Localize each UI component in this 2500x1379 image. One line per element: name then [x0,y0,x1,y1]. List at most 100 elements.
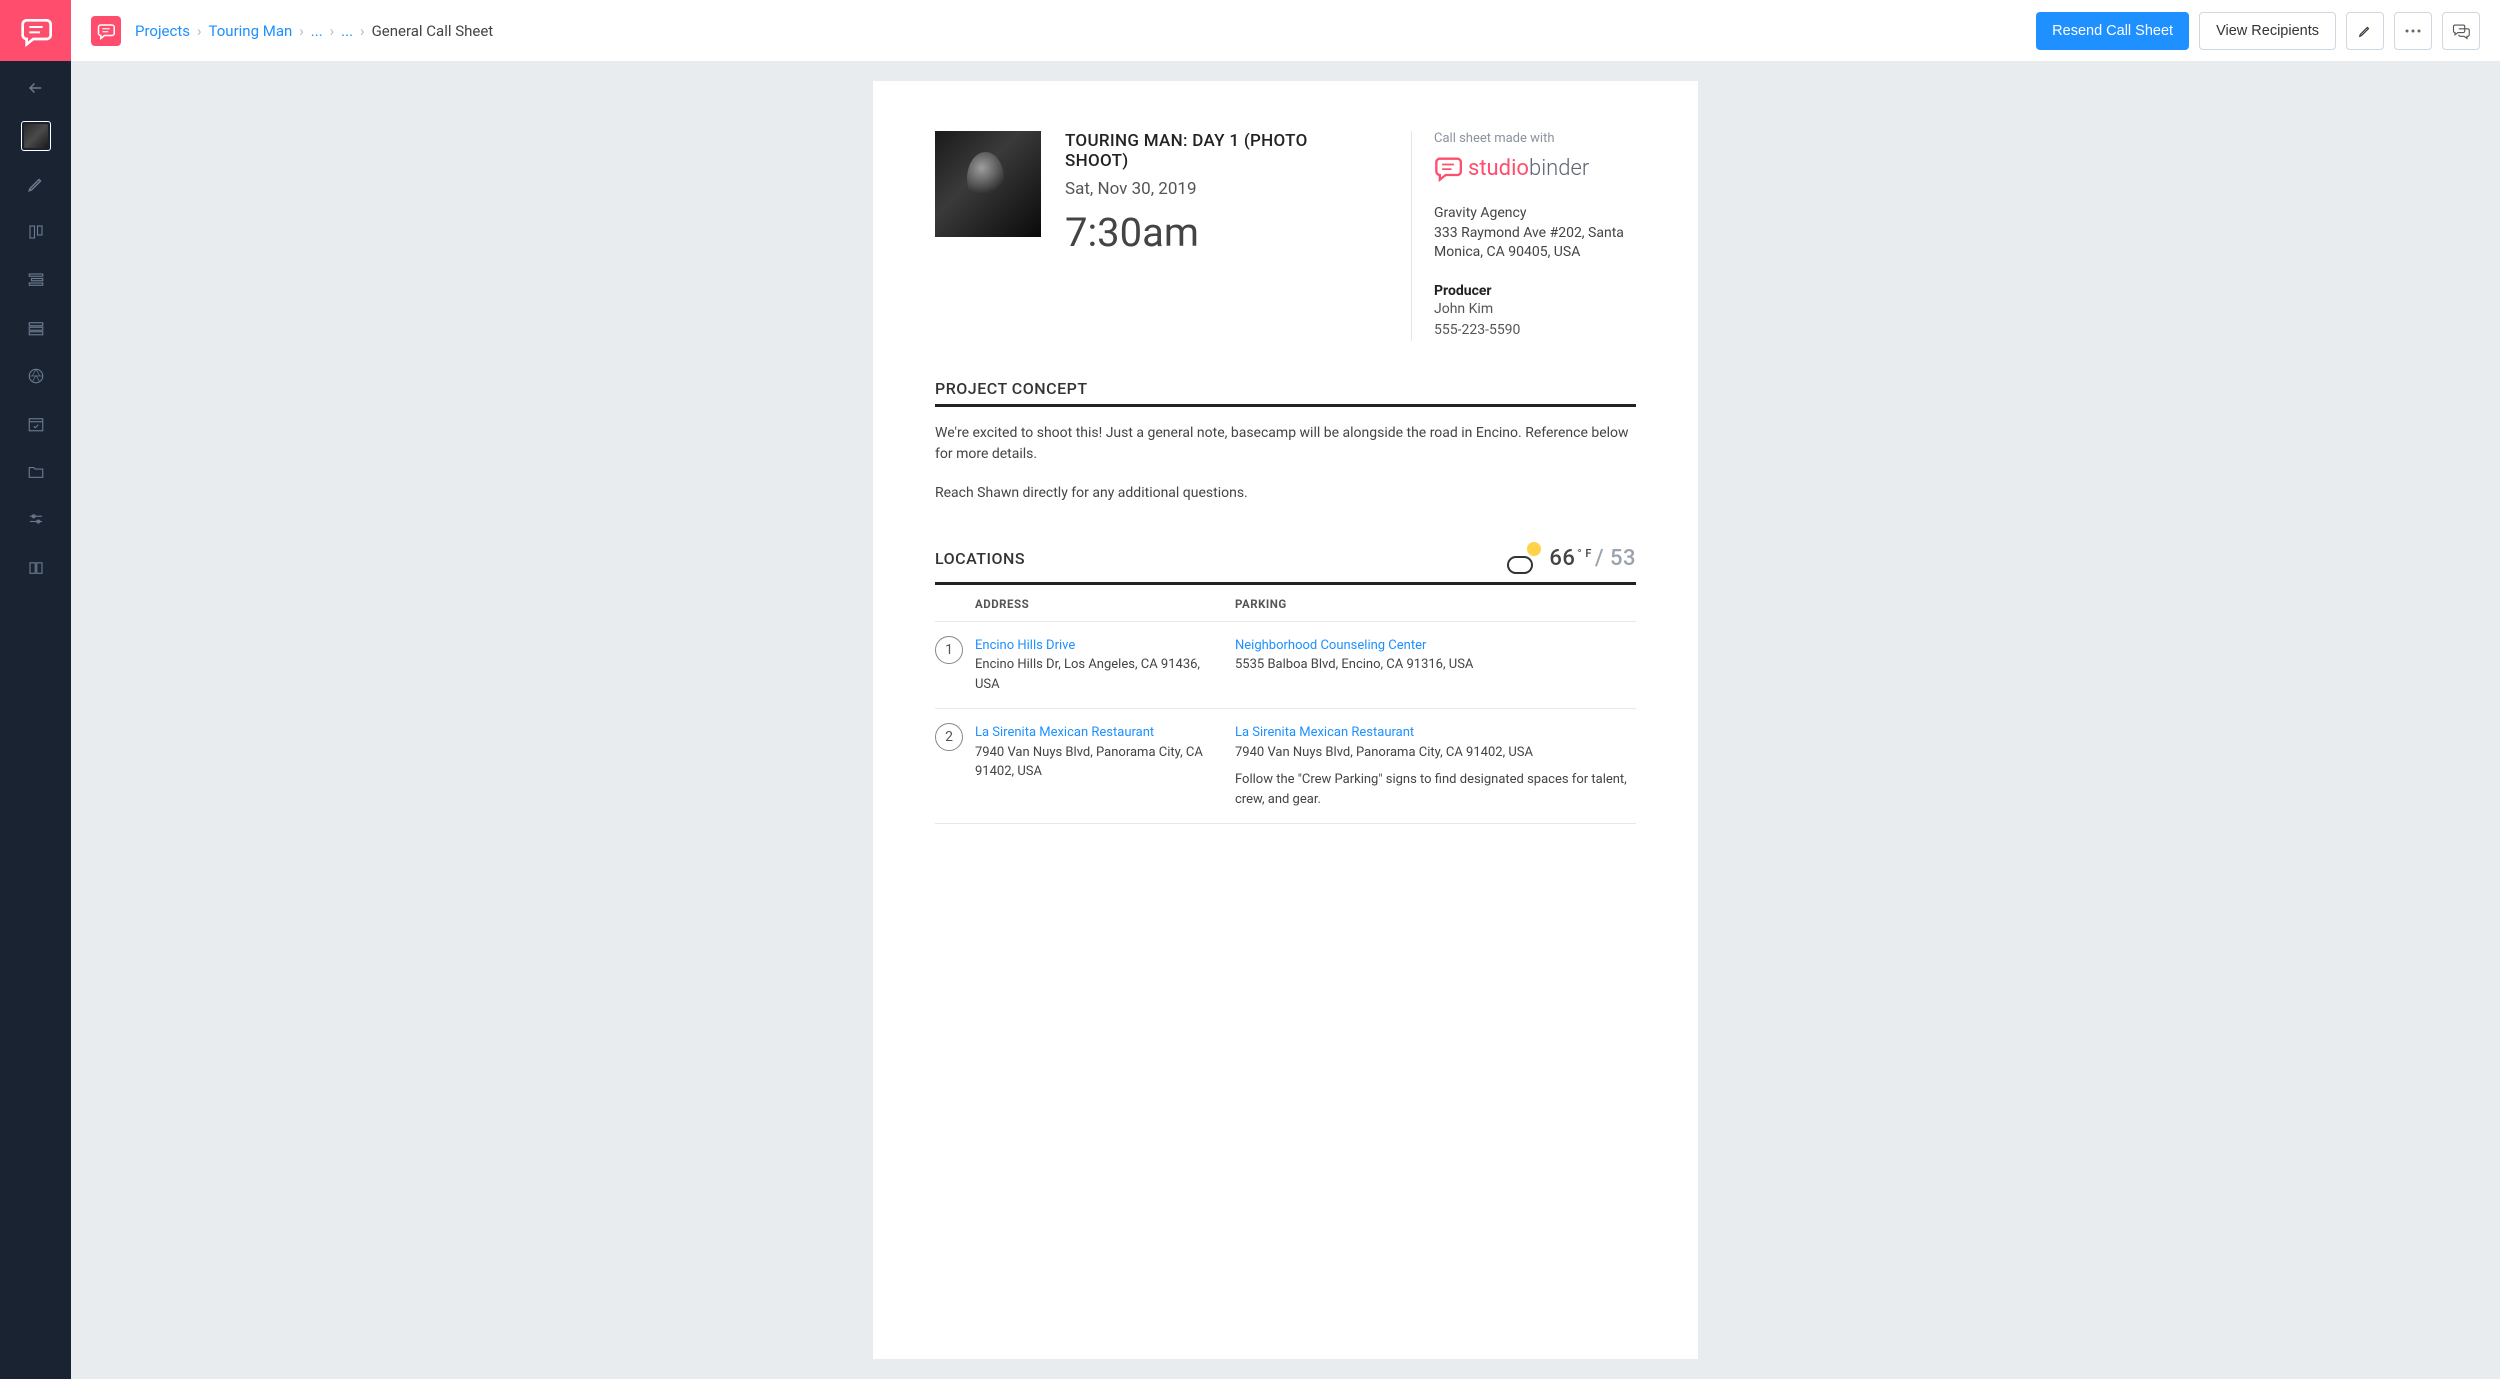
calendar-icon [27,415,45,433]
project-date: Sat, Nov 30, 2019 [1065,179,1371,199]
concept-line: We're excited to shoot this! Just a gene… [935,423,1636,465]
th-address: ADDRESS [935,597,1235,611]
arrow-left-icon [27,79,45,97]
sidebar-shotlist[interactable] [21,361,51,391]
comments-icon [2452,22,2470,40]
sidebar-docs[interactable] [21,553,51,583]
pencil-icon [27,175,45,193]
project-thumbnail-icon [24,124,48,148]
location-parking-full: 5535 Balboa Blvd, Encino, CA 91316, USA [1235,655,1636,675]
sheet-header: TOURING MAN: DAY 1 (PHOTO SHOOT) Sat, No… [935,131,1636,341]
agency-info: Gravity Agency 333 Raymond Ave #202, San… [1434,204,1636,263]
project-title: TOURING MAN: DAY 1 (PHOTO SHOOT) [1065,131,1371,171]
header-left: TOURING MAN: DAY 1 (PHOTO SHOOT) Sat, No… [935,131,1371,341]
edit-button[interactable] [2346,12,2384,50]
location-parking-link[interactable]: Neighborhood Counseling Center [1235,636,1636,656]
location-parking-note: Follow the "Crew Parking" signs to find … [1235,770,1636,809]
location-address: Encino Hills DriveEncino Hills Dr, Los A… [975,636,1235,695]
weather-icon [1507,542,1541,576]
agency-name: Gravity Agency [1434,204,1636,224]
location-row: 1Encino Hills DriveEncino Hills Dr, Los … [935,622,1636,710]
breadcrumb-ellipsis[interactable]: ... [311,22,323,40]
left-sidebar [0,0,71,1379]
producer-phone: 555-223-5590 [1434,320,1636,341]
sidebar-calendar[interactable] [21,409,51,439]
studiobinder-text: studiobinder [1468,156,1589,181]
content-scroll[interactable]: TOURING MAN: DAY 1 (PHOTO SHOOT) Sat, No… [71,61,2500,1379]
concept-line: Reach Shawn directly for any additional … [935,483,1636,504]
list-icon [27,319,45,337]
location-address-full: Encino Hills Dr, Los Angeles, CA 91436, … [975,655,1215,694]
location-number: 1 [935,636,975,695]
sidebar-edit[interactable] [21,169,51,199]
location-parking: La Sirenita Mexican Restaurant7940 Van N… [1235,723,1636,809]
producer-name: John Kim [1434,299,1636,320]
sidebar-project-thumb[interactable] [21,121,51,151]
resend-call-sheet-button[interactable]: Resend Call Sheet [2036,12,2189,50]
concept-text: We're excited to shoot this! Just a gene… [935,423,1636,504]
brand-logo[interactable] [0,0,71,61]
header-info: TOURING MAN: DAY 1 (PHOTO SHOOT) Sat, No… [1065,131,1371,341]
breadcrumb: Projects › Touring Man › ... › ... › Gen… [135,22,493,40]
chevron-right-icon: › [330,22,335,40]
location-row: 2La Sirenita Mexican Restaurant7940 Van … [935,709,1636,824]
breadcrumb-current: General Call Sheet [372,22,494,40]
project-image [935,131,1041,237]
section-title-text: LOCATIONS [935,549,1025,568]
sidebar-nav [0,61,71,583]
folder-icon [27,463,45,481]
call-sheet: TOURING MAN: DAY 1 (PHOTO SHOOT) Sat, No… [873,81,1698,1359]
sidebar-settings[interactable] [21,505,51,535]
breadcrumb-project-name[interactable]: Touring Man [209,22,293,40]
made-with-label: Call sheet made with [1434,131,1636,146]
locations-header: LOCATIONS 66° F/ 53 [935,542,1636,585]
main-area: Projects › Touring Man › ... › ... › Gen… [71,0,2500,1379]
sidebar-breakdown[interactable] [21,265,51,295]
pencil-icon [2358,24,2372,38]
app-root: Projects › Touring Man › ... › ... › Gen… [0,0,2500,1379]
call-time: 7:30am [1065,209,1371,256]
location-parking-full: 7940 Van Nuys Blvd, Panorama City, CA 91… [1235,743,1636,763]
aperture-icon [27,367,45,385]
topbar: Projects › Touring Man › ... › ... › Gen… [71,0,2500,61]
more-options-button[interactable] [2394,12,2432,50]
chat-bubble-icon [20,15,52,47]
agency-address: 333 Raymond Ave #202, Santa Monica, CA 9… [1434,224,1636,263]
location-address-link[interactable]: Encino Hills Drive [975,636,1215,656]
chevron-right-icon: › [299,22,304,40]
studiobinder-icon [1434,154,1462,182]
location-address-link[interactable]: La Sirenita Mexican Restaurant [975,723,1215,743]
location-address-full: 7940 Van Nuys Blvd, Panorama City, CA 91… [975,743,1215,782]
breadcrumb-projects[interactable]: Projects [135,22,190,40]
sidebar-back[interactable] [21,73,51,103]
project-concept-section: PROJECT CONCEPT We're excited to shoot t… [935,379,1636,504]
weather-temp: 66° F/ 53 [1549,546,1636,571]
section-title: PROJECT CONCEPT [935,379,1636,407]
weather-widget: 66° F/ 53 [1507,542,1636,576]
location-number: 2 [935,723,975,809]
columns-icon [27,223,45,241]
comments-button[interactable] [2442,12,2480,50]
locations-thead: ADDRESS PARKING [935,585,1636,622]
producer-label: Producer [1434,283,1636,299]
chevron-right-icon: › [197,22,202,40]
locations-section: LOCATIONS 66° F/ 53 ADDRESS PARKING 1Enc… [935,542,1636,825]
sidebar-lists[interactable] [21,313,51,343]
chat-bubble-icon [97,22,115,40]
location-address: La Sirenita Mexican Restaurant7940 Van N… [975,723,1235,809]
more-horizontal-icon [2405,29,2421,33]
view-recipients-button[interactable]: View Recipients [2199,12,2336,50]
topbar-logo[interactable] [91,16,121,46]
sidebar-boards[interactable] [21,217,51,247]
breakdown-icon [27,271,45,289]
sliders-icon [27,511,45,529]
studiobinder-brand: studiobinder [1434,154,1636,182]
book-icon [27,559,45,577]
location-parking: Neighborhood Counseling Center5535 Balbo… [1235,636,1636,695]
topbar-actions: Resend Call Sheet View Recipients [2036,12,2480,50]
sidebar-files[interactable] [21,457,51,487]
header-right: Call sheet made with studiobinder Gravit… [1411,131,1636,341]
th-parking: PARKING [1235,597,1287,611]
breadcrumb-ellipsis[interactable]: ... [341,22,353,40]
location-parking-link[interactable]: La Sirenita Mexican Restaurant [1235,723,1636,743]
